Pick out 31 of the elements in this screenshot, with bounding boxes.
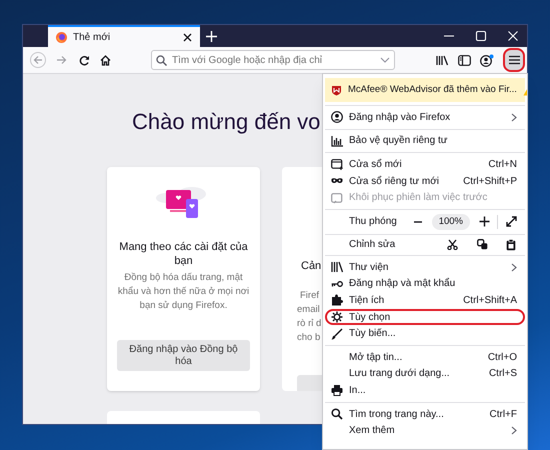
menu-item[interactable]: Cửa sổ riêng tư mới Ctrl+Shift+P (325, 172, 525, 190)
menu-item[interactable]: Đăng nhập vào Firefox (325, 109, 525, 126)
browser-tab[interactable]: Thẻ mới (48, 25, 200, 47)
welcome-heading: Chào mừng đến vo (132, 108, 320, 136)
card-title: Mang theo các cài đặt của bạn (118, 240, 249, 268)
menu-item[interactable]: Bảo vệ quyền riêng tư (325, 132, 525, 150)
menu-item[interactable]: Thư viện (325, 258, 525, 276)
edit-label: Chỉnh sửa (349, 238, 396, 252)
card-title: Cản (301, 259, 322, 273)
address-bar[interactable]: Tìm với Google hoặc nhập địa chỉ (151, 50, 395, 70)
menu-item[interactable]: Đăng nhập và mật khẩu (325, 276, 525, 292)
card-description: cho b (297, 331, 322, 345)
sign-in-sync-button[interactable]: Đăng nhập vào Đồng bộ hóa (117, 340, 250, 371)
notification-text: McAfee® WebAdvisor đã thêm vào Fir... (348, 82, 517, 97)
tab-title: Thẻ mới (73, 30, 112, 44)
card-description: Firef (300, 289, 320, 303)
card-description: email (297, 303, 321, 317)
menu-item[interactable]: In... (325, 382, 525, 399)
menu-item[interactable]: Lưu trang dưới dạng... Ctrl+S (325, 366, 525, 382)
menu-item[interactable]: Xem thêm (325, 422, 525, 439)
menu-item[interactable]: Tùy biến... (325, 325, 525, 342)
zoom-label: Thu phóng (349, 215, 398, 230)
menu-item[interactable]: Tìm trong trang này... Ctrl+F (325, 406, 525, 422)
card-description: Đồng bộ hóa dấu trang, mật khẩu và hơn thế nữa ở mọi nơi bạn sử dụng Firefox. (117, 271, 250, 313)
menu-item[interactable]: Tùy chọn (325, 308, 525, 326)
card-description: rò rỉ d (297, 317, 322, 331)
menu-item[interactable]: Tiện ích Ctrl+Shift+A (325, 292, 525, 309)
menu-item[interactable]: Mở tập tin... Ctrl+O (325, 348, 525, 366)
menu-item[interactable]: Cửa sổ mới Ctrl+N (325, 156, 525, 173)
zoom-level-button[interactable]: 100% (432, 214, 470, 230)
notification-banner[interactable]: McAfee® WebAdvisor đã thêm vào Fir... (325, 78, 525, 102)
